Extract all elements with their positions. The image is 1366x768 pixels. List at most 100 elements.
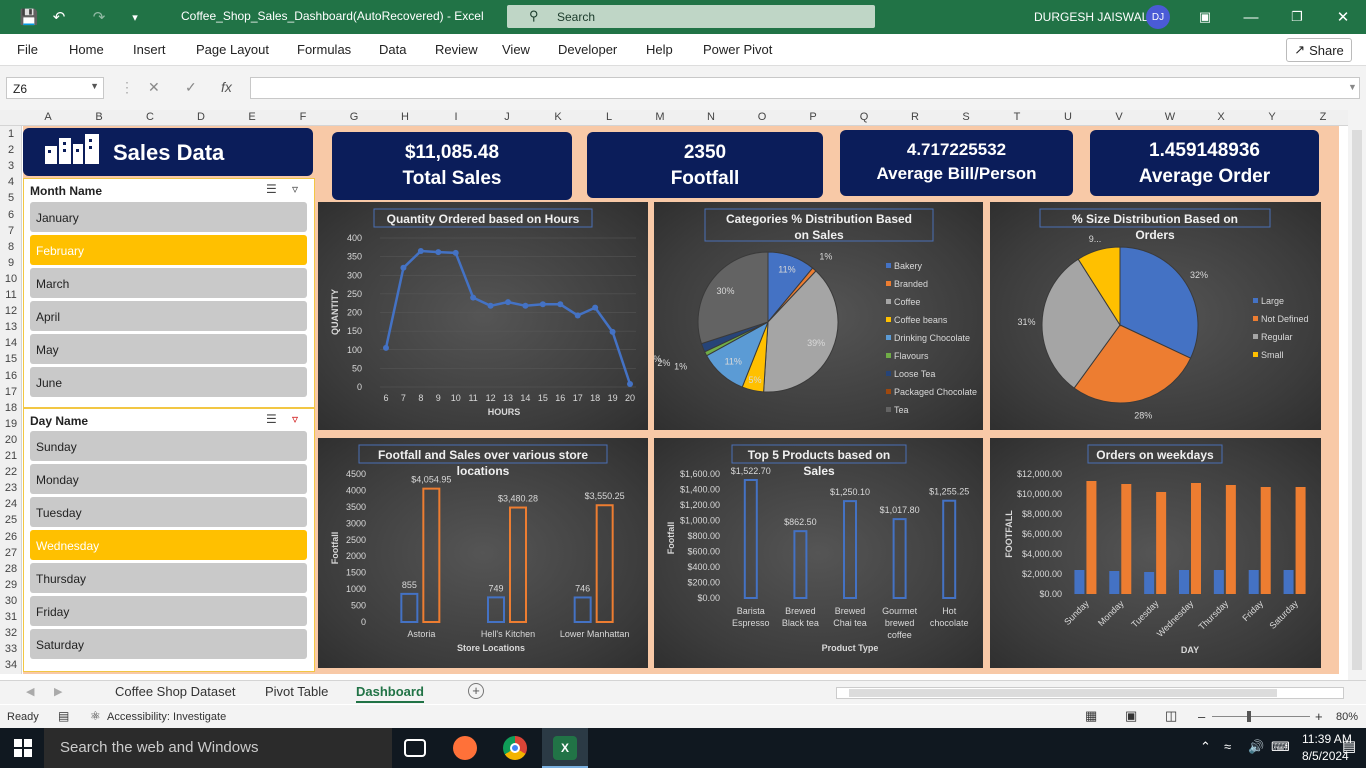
- tab-power-pivot[interactable]: Power Pivot: [703, 42, 772, 57]
- windows-start-icon[interactable]: [14, 739, 32, 757]
- row-header[interactable]: 26: [0, 531, 22, 543]
- slicer-item-thursday[interactable]: Thursday: [30, 563, 307, 593]
- row-header[interactable]: 18: [0, 402, 22, 414]
- multi-select-icon[interactable]: ☰: [266, 412, 277, 426]
- add-sheet-icon[interactable]: +: [468, 683, 484, 699]
- column-header[interactable]: H: [397, 111, 413, 123]
- slicer-item-april[interactable]: April: [30, 301, 307, 331]
- tab-file[interactable]: File: [17, 42, 38, 57]
- row-header[interactable]: 2: [0, 144, 22, 156]
- zoom-level[interactable]: 80%: [1336, 711, 1358, 723]
- clear-filter-icon[interactable]: ▿: [292, 412, 298, 426]
- tab-formulas[interactable]: Formulas: [297, 42, 351, 57]
- chart-size-distribution[interactable]: % Size Distribution Based on Orders 32% 28%…: [990, 202, 1321, 430]
- tab-insert[interactable]: Insert: [133, 42, 166, 57]
- redo-icon[interactable]: ↷: [88, 6, 110, 28]
- scroll-thumb[interactable]: [849, 689, 1277, 697]
- slicer-item-sunday[interactable]: Sunday: [30, 431, 307, 461]
- tab-review[interactable]: Review: [435, 42, 478, 57]
- column-header[interactable]: T: [1009, 111, 1025, 123]
- wifi-icon[interactable]: ≈: [1224, 739, 1231, 754]
- column-header[interactable]: X: [1213, 111, 1229, 123]
- vertical-scrollbar[interactable]: [1348, 110, 1366, 680]
- notifications-icon[interactable]: ▤: [1342, 737, 1356, 755]
- row-header[interactable]: 13: [0, 321, 22, 333]
- row-header[interactable]: 29: [0, 579, 22, 591]
- tab-view[interactable]: View: [502, 42, 530, 57]
- tab-page-layout[interactable]: Page Layout: [196, 42, 269, 57]
- slicer-item-february[interactable]: February: [30, 235, 307, 265]
- column-header[interactable]: U: [1060, 111, 1076, 123]
- slicer-item-wednesday[interactable]: Wednesday: [30, 530, 307, 560]
- ribbon-display-icon[interactable]: ▣: [1194, 6, 1216, 28]
- page-break-view-icon[interactable]: ◫: [1165, 708, 1177, 724]
- row-header[interactable]: 3: [0, 160, 22, 172]
- chart-top-products[interactable]: Top 5 Products based on Sales $0.00 $200.00…: [654, 438, 983, 668]
- slicer-item-may[interactable]: May: [30, 334, 307, 364]
- multi-select-icon[interactable]: ☰: [266, 182, 277, 196]
- row-header[interactable]: 1: [0, 128, 22, 140]
- next-sheet-icon[interactable]: ▶: [54, 685, 62, 698]
- zoom-slider-thumb[interactable]: [1247, 711, 1251, 722]
- row-header[interactable]: 6: [0, 209, 22, 221]
- column-header[interactable]: L: [601, 111, 617, 123]
- column-header[interactable]: N: [703, 111, 719, 123]
- column-header[interactable]: B: [91, 111, 107, 123]
- tab-help[interactable]: Help: [646, 42, 673, 57]
- column-header[interactable]: C: [142, 111, 158, 123]
- zoom-out-icon[interactable]: –: [1198, 709, 1205, 724]
- macro-recording-icon[interactable]: ▤: [58, 709, 69, 723]
- slicer-item-tuesday[interactable]: Tuesday: [30, 497, 307, 527]
- sheet-tab-dashboard[interactable]: Dashboard: [356, 684, 424, 703]
- column-header[interactable]: D: [193, 111, 209, 123]
- prev-sheet-icon[interactable]: ◀: [26, 685, 34, 698]
- chart-store-locations[interactable]: Footfall and Sales over various store loc…: [318, 438, 648, 668]
- column-header[interactable]: R: [907, 111, 923, 123]
- keyboard-icon[interactable]: ⌨: [1271, 739, 1290, 755]
- row-header[interactable]: 14: [0, 337, 22, 349]
- chart-quantity-by-hour[interactable]: Quantity Ordered based on Hours 0 50 100 150…: [318, 202, 648, 430]
- column-header[interactable]: K: [550, 111, 566, 123]
- column-header[interactable]: F: [295, 111, 311, 123]
- row-header[interactable]: 12: [0, 305, 22, 317]
- column-header[interactable]: J: [499, 111, 515, 123]
- undo-icon[interactable]: ↶: [48, 6, 70, 28]
- row-header[interactable]: 22: [0, 466, 22, 478]
- column-header[interactable]: M: [652, 111, 668, 123]
- tab-developer[interactable]: Developer: [558, 42, 617, 57]
- column-header[interactable]: Z: [1315, 111, 1331, 123]
- slicer-item-march[interactable]: March: [30, 268, 307, 298]
- tab-home[interactable]: Home: [69, 42, 104, 57]
- zoom-slider[interactable]: [1212, 716, 1310, 717]
- row-header[interactable]: 33: [0, 643, 22, 655]
- chart-weekday-orders[interactable]: Orders on weekdays $0.00 $2,000.00 $4,000.0…: [990, 438, 1321, 668]
- minimize-icon[interactable]: —: [1240, 6, 1262, 28]
- insert-function-icon[interactable]: fx: [221, 79, 232, 95]
- tab-data[interactable]: Data: [379, 42, 406, 57]
- task-view-icon[interactable]: [404, 739, 426, 757]
- row-header[interactable]: 15: [0, 353, 22, 365]
- chart-category-distribution[interactable]: Categories % Distribution Based on Sales 1…: [654, 202, 983, 430]
- row-header[interactable]: 23: [0, 482, 22, 494]
- clear-filter-icon[interactable]: ▿: [292, 182, 298, 196]
- chrome-icon[interactable]: [503, 736, 527, 760]
- row-header[interactable]: 34: [0, 659, 22, 671]
- column-header[interactable]: O: [754, 111, 770, 123]
- volume-icon[interactable]: 🔊: [1248, 739, 1264, 755]
- row-header[interactable]: 11: [0, 289, 22, 301]
- sheet-tab-coffee-shop-dataset[interactable]: Coffee Shop Dataset: [115, 684, 235, 699]
- column-header[interactable]: Y: [1264, 111, 1280, 123]
- column-header[interactable]: S: [958, 111, 974, 123]
- row-header[interactable]: 16: [0, 370, 22, 382]
- slicer-item-january[interactable]: January: [30, 202, 307, 232]
- row-header[interactable]: 20: [0, 434, 22, 446]
- page-layout-view-icon[interactable]: ▣: [1125, 708, 1137, 724]
- scroll-thumb[interactable]: [1352, 130, 1362, 670]
- row-header[interactable]: 7: [0, 225, 22, 237]
- show-hidden-icons-icon[interactable]: ⌃: [1200, 739, 1211, 755]
- save-icon[interactable]: 💾: [18, 6, 40, 28]
- share-button[interactable]: ↗ Share: [1286, 38, 1352, 62]
- row-header[interactable]: 4: [0, 176, 22, 188]
- zoom-in-icon[interactable]: +: [1315, 709, 1323, 724]
- accessibility-status[interactable]: Accessibility: Investigate: [107, 711, 226, 723]
